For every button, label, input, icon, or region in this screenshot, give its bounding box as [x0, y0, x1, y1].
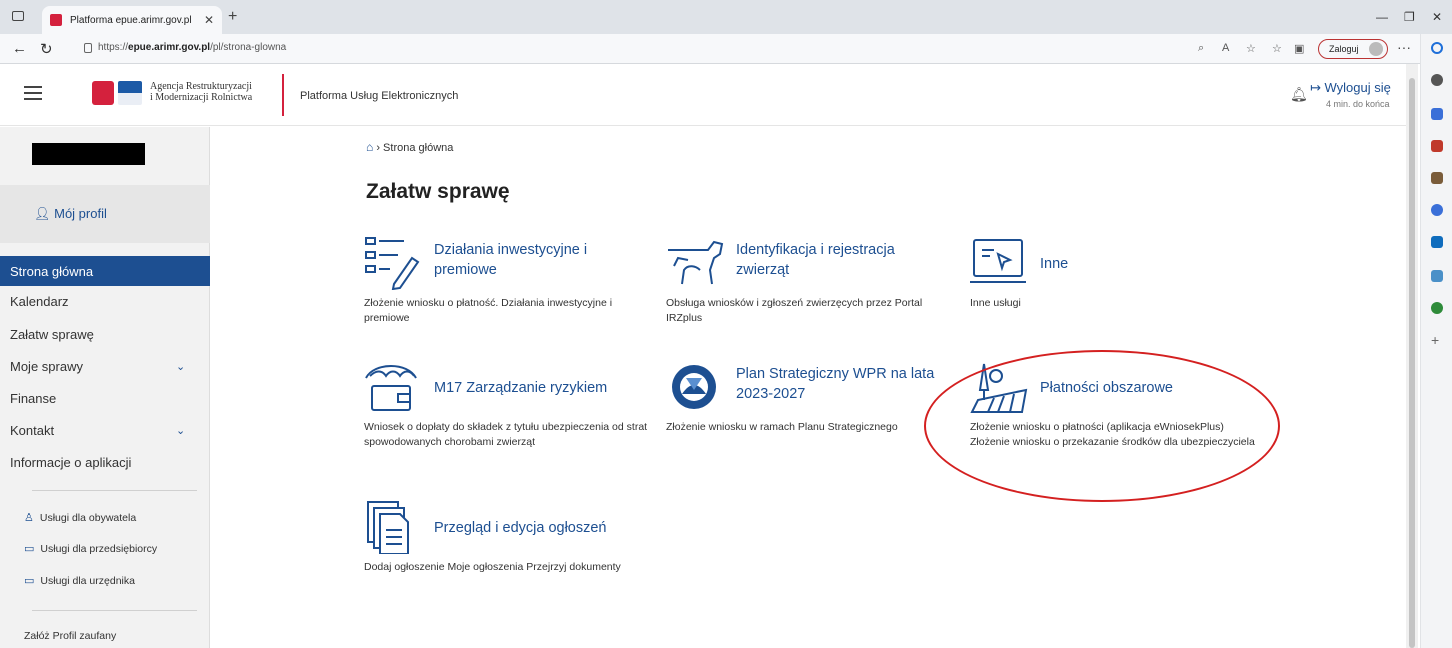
tools-icon[interactable]: [1431, 140, 1443, 152]
session-timer: 4 min. do końca: [1326, 99, 1390, 109]
nav-item-moje-sprawy[interactable]: Moje sprawy ⌄: [0, 351, 210, 381]
poland-emblem-icon: [92, 81, 114, 105]
avatar-icon: [1369, 42, 1383, 56]
games-icon[interactable]: [1431, 172, 1443, 184]
scrollbar[interactable]: [1406, 64, 1418, 648]
highlight-circle: [924, 350, 1280, 502]
outlook-icon[interactable]: [1431, 236, 1443, 248]
platform-name: Platforma Usług Elektronicznych: [300, 90, 459, 102]
documents-icon: [367, 501, 409, 554]
tab-title: Platforma epue.arimr.gov.pl: [70, 14, 192, 26]
url-field[interactable]: https://epue.arimr.gov.pl/pl/strona-glow…: [98, 42, 286, 53]
new-tab-button[interactable]: +: [228, 8, 237, 26]
drop-icon[interactable]: [1431, 270, 1443, 282]
arimr-logo[interactable]: [118, 81, 142, 105]
nav-item-kontakt[interactable]: Kontakt ⌄: [0, 415, 210, 445]
favorite-star-icon[interactable]: ☆: [1246, 42, 1256, 55]
person-icon: ♙: [24, 512, 34, 524]
cow-icon: [668, 240, 724, 285]
trusted-profile-link[interactable]: Załóż Profil zaufany: [24, 630, 116, 642]
services-official-link[interactable]: ▭ Usługi dla urzędnika: [24, 574, 135, 588]
person-icon: 👤︎: [34, 206, 55, 221]
card-title[interactable]: Plan Strategiczny WPR na lata 2023-2027: [736, 364, 946, 404]
card-title[interactable]: Inne: [1040, 254, 1250, 274]
logout-icon: ↦: [1310, 80, 1325, 95]
lock-icon[interactable]: [84, 43, 92, 53]
card-description: Złożenie wniosku w ramach Planu Strategi…: [666, 421, 898, 433]
card-description: Inne usługi: [970, 297, 1021, 309]
left-sidebar: 👤︎ Mój profil Strona główna Kalendarz Za…: [0, 127, 210, 648]
card-title[interactable]: Identyfikacja i rejestracja zwierząt: [736, 240, 946, 280]
card-description: Złożenie wniosku o płatność. Działania i…: [364, 297, 613, 324]
edge-sidebar: +: [1420, 34, 1452, 648]
bing-icon[interactable]: [1431, 42, 1443, 54]
microsoft365-icon[interactable]: [1431, 204, 1443, 216]
laptop-icon: [970, 239, 1026, 283]
profile-block: 👤︎ Mój profil: [0, 185, 210, 243]
eu-stars-icon: [672, 365, 716, 409]
card-title[interactable]: Przegląd i edycja ogłoszeń: [434, 518, 654, 538]
divider: [32, 490, 197, 491]
restore-icon[interactable]: ❐: [1404, 10, 1415, 24]
divider: [32, 610, 197, 611]
nav-item-zalatw-sprawe[interactable]: Załatw sprawę: [0, 319, 210, 349]
logout-button[interactable]: ↦ Wyloguj się: [1310, 80, 1391, 96]
page-title: Załatw sprawę: [366, 180, 510, 203]
collections-icon[interactable]: ▣: [1294, 42, 1304, 55]
card-title[interactable]: M17 Zarządzanie ryzykiem: [434, 378, 654, 398]
card-description: Obsługa wniosków i zgłoszeń zwierzęcych …: [666, 297, 923, 324]
agency-line1: Agencja Restrukturyzacji: [150, 81, 252, 92]
header-divider: [282, 74, 284, 116]
browser-login-button[interactable]: Zaloguj: [1318, 39, 1388, 59]
search-icon[interactable]: [1431, 74, 1443, 86]
tab-close-icon[interactable]: ✕: [204, 13, 214, 27]
card-description: Wniosek o dopłaty do składek z tytułu ub…: [364, 421, 648, 448]
breadcrumb-current: Strona główna: [383, 142, 454, 154]
window-close-icon[interactable]: ✕: [1432, 10, 1442, 24]
form-pen-icon: [365, 237, 420, 290]
address-bar: ← ↻ https://epue.arimr.gov.pl/pl/strona-…: [0, 34, 1452, 64]
read-aloud-icon[interactable]: A: [1222, 42, 1229, 54]
card-description: Dodaj ogłoszenie Moje ogłoszenia Przejrz…: [364, 561, 621, 573]
tree-icon[interactable]: [1431, 302, 1443, 314]
back-icon[interactable]: ←: [12, 40, 27, 57]
minimize-icon[interactable]: —: [1376, 10, 1388, 24]
briefcase-icon: ▭: [24, 543, 35, 555]
nav-item-kalendarz[interactable]: Kalendarz: [0, 286, 210, 316]
breadcrumb: ⌂ › Strona główna: [366, 140, 454, 154]
agency-line2: i Modernizacji Rolnictwa: [150, 92, 253, 103]
my-profile-link[interactable]: 👤︎ Mój profil: [34, 206, 107, 222]
nav-item-finanse[interactable]: Finanse: [0, 383, 210, 413]
site-header: Agencja Restrukturyzacji i Modernizacji …: [0, 64, 1406, 126]
menu-icon[interactable]: [24, 86, 42, 100]
agency-name[interactable]: Agencja Restrukturyzacji i Modernizacji …: [150, 81, 252, 103]
card-title[interactable]: Działania inwestycyjne i premiowe: [434, 240, 644, 280]
tab-actions-icon[interactable]: [12, 11, 24, 21]
umbrella-wallet-icon: [365, 365, 417, 411]
more-options-icon[interactable]: ···: [1397, 39, 1411, 55]
home-icon[interactable]: ⌂: [366, 140, 373, 154]
nav-item-informacje[interactable]: Informacje o aplikacji: [0, 447, 210, 477]
add-icon[interactable]: +: [1431, 332, 1439, 348]
browser-tab-bar: Platforma epue.arimr.gov.pl ✕ + — ❐ ✕: [0, 0, 1452, 34]
favorites-icon[interactable]: ☆: [1272, 42, 1282, 55]
shopping-icon[interactable]: [1431, 108, 1443, 120]
services-citizen-link[interactable]: ♙ Usługi dla obywatela: [24, 511, 136, 525]
redacted-name: [32, 143, 145, 165]
monitor-icon: ▭: [24, 575, 35, 587]
services-business-link[interactable]: ▭ Usługi dla przedsiębiorcy: [24, 542, 157, 556]
bell-icon[interactable]: 🔔︎: [1290, 86, 1308, 103]
chevron-down-icon: ⌄: [176, 360, 186, 373]
site-favicon-icon: [50, 14, 62, 26]
chevron-down-icon: ⌄: [176, 424, 186, 437]
refresh-icon[interactable]: ↻: [40, 40, 53, 58]
nav-item-strona-glowna[interactable]: Strona główna: [0, 256, 210, 286]
search-page-icon[interactable]: ⌕: [1198, 42, 1204, 55]
browser-tab[interactable]: Platforma epue.arimr.gov.pl ✕: [42, 6, 222, 34]
